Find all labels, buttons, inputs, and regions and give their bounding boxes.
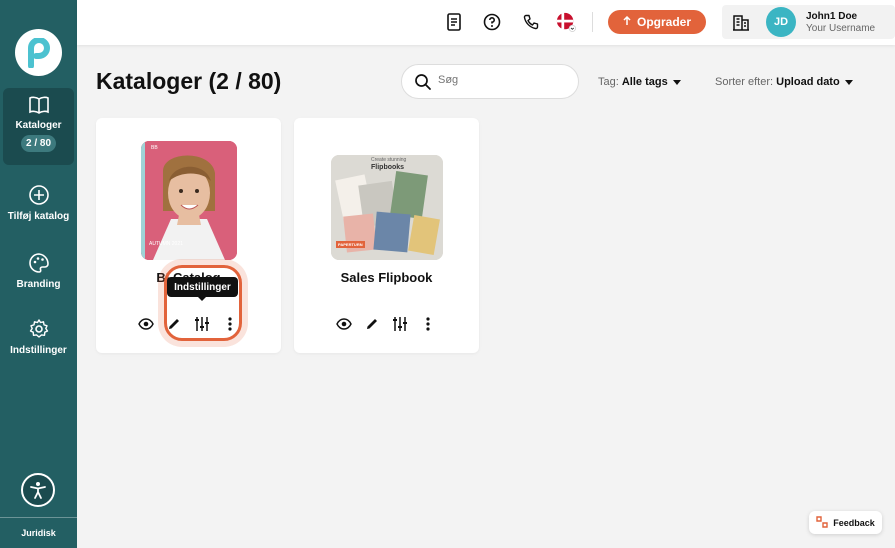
eye-icon[interactable] xyxy=(138,316,154,332)
search-box[interactable] xyxy=(401,64,579,99)
upgrade-button[interactable]: Opgrader xyxy=(608,10,706,34)
document-icon[interactable] xyxy=(444,12,464,32)
cover-text-mid: Flipbooks xyxy=(371,164,405,171)
sort-label: Sorter efter: xyxy=(715,76,774,88)
logo-icon xyxy=(27,37,50,68)
chevron-down-icon xyxy=(672,79,681,85)
sort-dropdown[interactable]: Sorter efter: Upload dato xyxy=(715,76,853,88)
feedback-icon xyxy=(816,515,828,530)
avatar[interactable]: JD xyxy=(766,7,796,37)
sidebar-divider xyxy=(0,517,77,518)
cover-text-top: BB xyxy=(151,145,158,151)
sidebar: Kataloger 2 / 80 Tilføj katalog Branding… xyxy=(0,0,77,548)
search-icon xyxy=(414,73,432,96)
user-name: John1 Doe xyxy=(806,11,858,22)
sort-value: Upload dato xyxy=(776,76,840,88)
accessibility-button[interactable] xyxy=(21,473,55,507)
user-username: Your Username xyxy=(806,23,876,34)
sidebar-item-branding[interactable]: Branding xyxy=(0,252,77,290)
cover-text-bottom: AUTUMN 2021 xyxy=(149,241,183,247)
help-icon[interactable] xyxy=(482,12,502,32)
sidebar-item-add-catalog[interactable]: Tilføj katalog xyxy=(0,184,77,222)
catalog-actions xyxy=(294,316,479,332)
chevron-down-icon xyxy=(844,79,853,85)
tag-filter-label: Tag: xyxy=(598,76,619,88)
accessibility-icon xyxy=(30,482,46,499)
sidebar-item-settings[interactable]: Indstillinger xyxy=(0,318,77,356)
catalog-title[interactable]: Sales Flipbook xyxy=(294,270,479,285)
settings-sliders-icon[interactable] xyxy=(392,316,408,332)
eye-icon[interactable] xyxy=(336,316,352,332)
pencil-icon[interactable] xyxy=(364,316,380,332)
tag-filter-dropdown[interactable]: Tag: Alle tags xyxy=(598,76,681,88)
sidebar-item-label: Indstillinger xyxy=(10,345,67,356)
sidebar-item-kataloger[interactable]: Kataloger 2 / 80 xyxy=(3,88,74,165)
settings-tooltip: Indstillinger xyxy=(167,277,238,301)
page-title: Kataloger (2 / 80) xyxy=(96,68,282,94)
cover-brand: PAPERTURN xyxy=(336,241,365,248)
upgrade-label: Opgrader xyxy=(636,15,691,29)
catalog-count-badge: 2 / 80 xyxy=(20,135,57,152)
feedback-button[interactable]: Feedback xyxy=(809,511,882,534)
top-bar: Opgrader JD John1 Doe Your Username xyxy=(77,0,895,45)
language-flag-icon[interactable] xyxy=(556,12,576,32)
cover-text-top: Create stunning xyxy=(371,157,407,163)
catalog-cover-image[interactable]: Create stunning Flipbooks PAPERTURN xyxy=(331,155,443,260)
sidebar-item-label: Branding xyxy=(16,279,61,290)
feedback-label: Feedback xyxy=(833,517,875,528)
legal-link[interactable]: Juridisk xyxy=(0,528,77,538)
plus-circle-icon xyxy=(0,184,77,211)
sidebar-item-label: Tilføj katalog xyxy=(7,211,70,222)
book-open-icon xyxy=(3,95,74,120)
catalog-cover-image[interactable]: BB AUTUMN 2021 xyxy=(141,141,237,260)
app-logo[interactable] xyxy=(15,29,62,76)
header-divider xyxy=(592,12,593,32)
user-menu[interactable]: JD John1 Doe Your Username xyxy=(722,5,895,39)
phone-icon[interactable] xyxy=(521,12,541,32)
sidebar-item-label: Kataloger xyxy=(15,120,62,131)
more-options-icon[interactable] xyxy=(420,316,436,332)
company-icon[interactable] xyxy=(731,12,751,32)
palette-icon xyxy=(0,252,77,279)
catalog-card[interactable]: Create stunning Flipbooks PAPERTURN Sale… xyxy=(294,118,479,353)
arrow-up-icon xyxy=(623,15,631,29)
gear-icon xyxy=(0,318,77,345)
tag-filter-value: Alle tags xyxy=(621,76,668,88)
search-input[interactable] xyxy=(438,74,568,86)
